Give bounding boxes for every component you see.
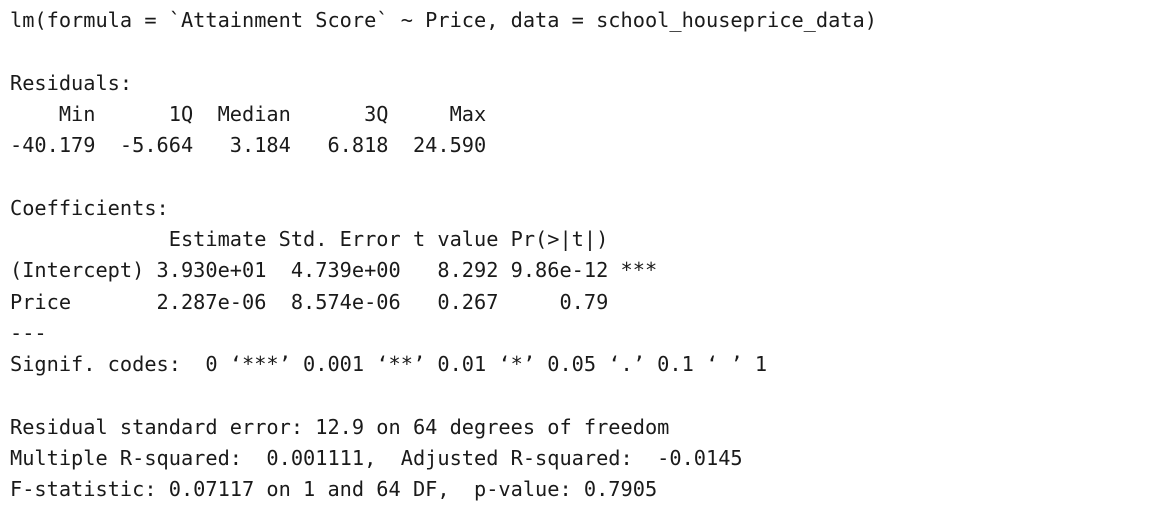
residual-standard-error-line: Residual standard error: 12.9 on 64 degr… bbox=[10, 414, 670, 439]
coefficients-header-row: Estimate Std. Error t value Pr(>|t|) bbox=[10, 227, 658, 252]
residuals-header-row: Min 1Q Median 3Q Max bbox=[10, 101, 499, 126]
coefficients-intercept-row: (Intercept) 3.930e+01 4.739e+00 8.292 9.… bbox=[10, 258, 658, 283]
residuals-heading: Residuals: bbox=[10, 70, 133, 95]
signif-codes-line: Signif. codes: 0 ‘***’ 0.001 ‘**’ 0.01 ‘… bbox=[10, 352, 768, 377]
coefficients-heading: Coefficients: bbox=[10, 195, 169, 220]
r-console-output: lm(formula = `Attainment Score` ~ Price,… bbox=[10, 5, 1160, 510]
lm-call-line: lm(formula = `Attainment Score` ~ Price,… bbox=[10, 8, 877, 32]
separator-line: --- bbox=[10, 320, 47, 345]
f-statistic-line: F-statistic: 0.07117 on 1 and 64 DF, p-v… bbox=[10, 477, 658, 502]
residuals-values-row: -40.179 -5.664 3.184 6.818 24.590 bbox=[10, 133, 499, 158]
r-squared-line: Multiple R-squared: 0.001111, Adjusted R… bbox=[10, 446, 755, 471]
coefficients-price-row: Price 2.287e-06 8.574e-06 0.267 0.79 bbox=[10, 289, 658, 314]
